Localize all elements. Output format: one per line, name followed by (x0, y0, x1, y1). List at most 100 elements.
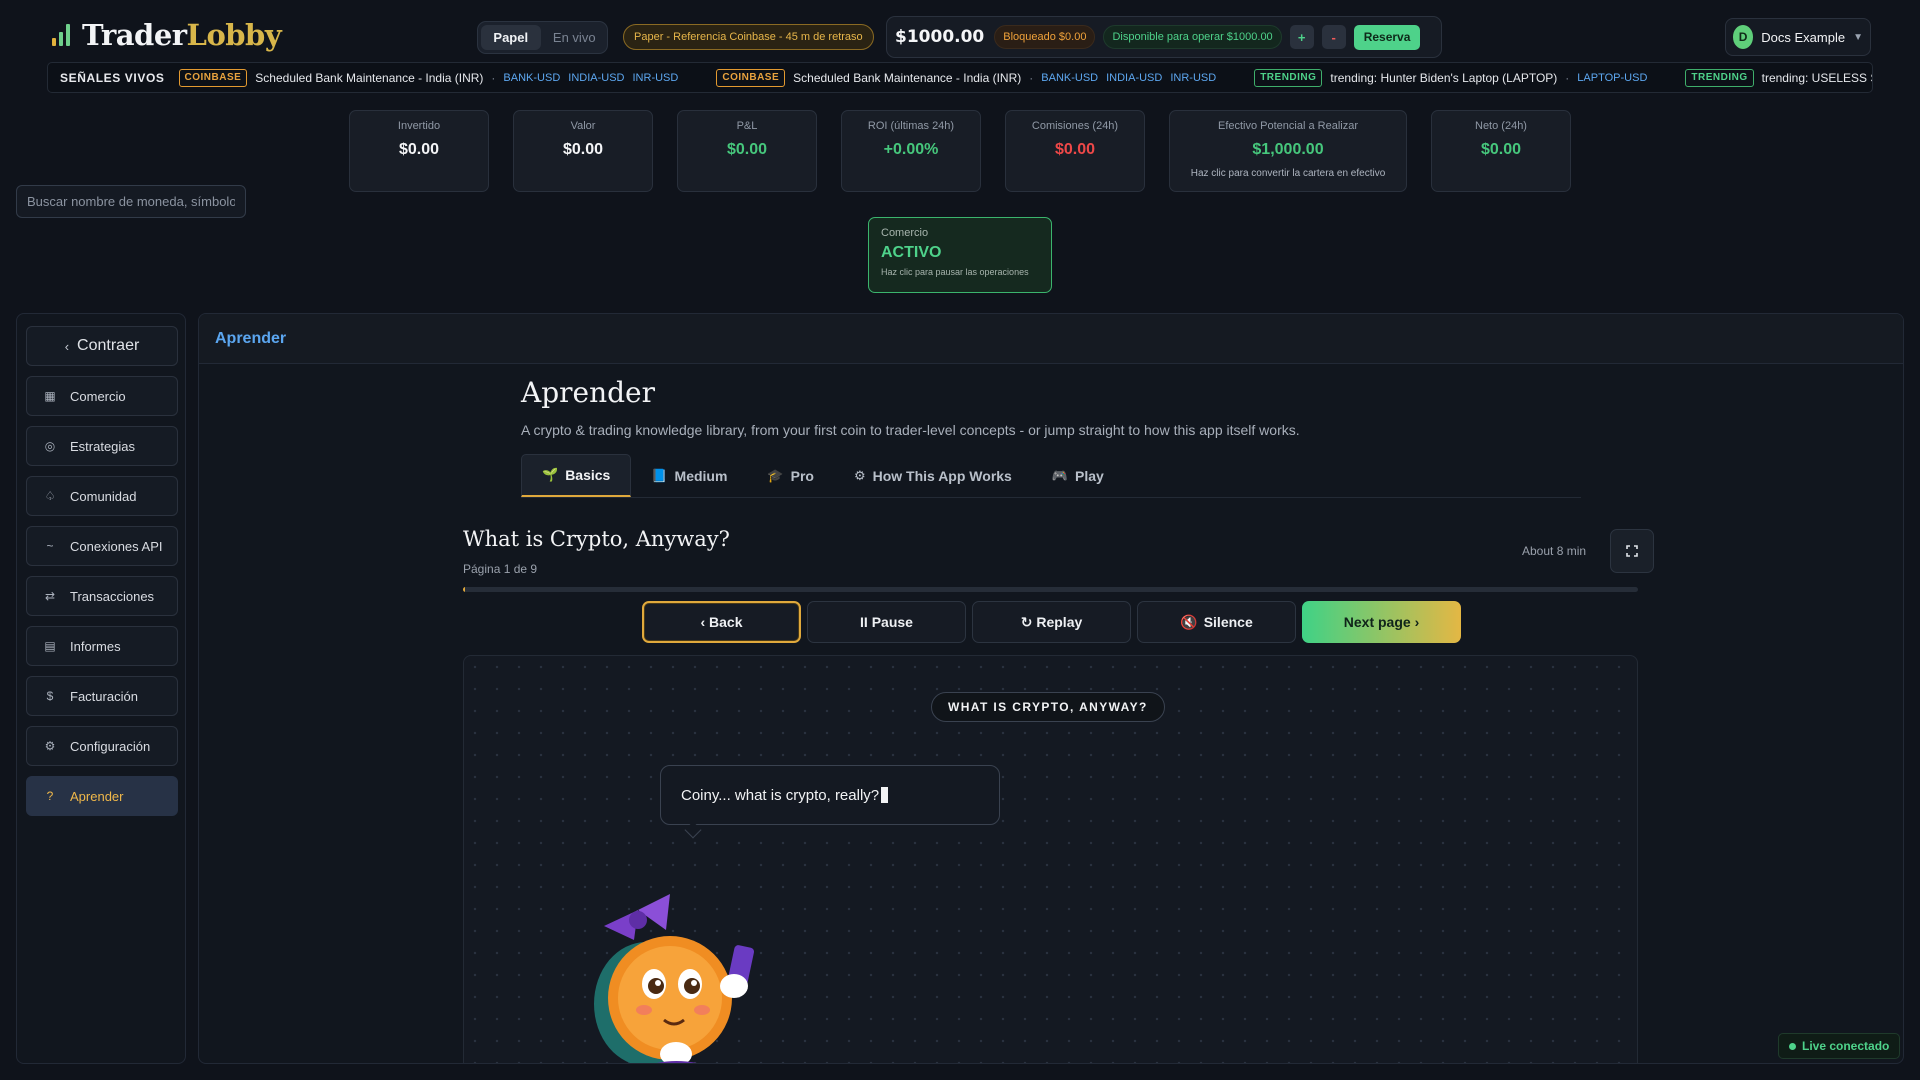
next-page-button[interactable]: Next page › (1302, 601, 1461, 643)
paper-reference-badge: Paper - Referencia Coinbase - 45 m de re… (623, 24, 874, 50)
sidebar-item-label: Conexiones API (70, 538, 163, 554)
sidebar-item-estrategias[interactable]: ◎ Estrategias (26, 426, 178, 466)
chevron-left-icon: ‹ (64, 338, 70, 354)
trading-status-toggle[interactable]: Comercio ACTIVO Haz clic para pausar las… (868, 217, 1052, 293)
stat-value: $0.00 (1480, 141, 1522, 158)
available-balance-badge: Disponible para operar $1000.00 (1103, 25, 1282, 49)
sidebar-item-transacciones[interactable]: ⇄ Transacciones (26, 576, 178, 616)
ticker-symbol[interactable]: BANK-USD (503, 72, 560, 84)
user-name: Docs Example (1761, 29, 1846, 45)
stat-card-potential-cash[interactable]: Efectivo Potencial a Realizar $1,000.00 … (1169, 110, 1407, 192)
separator-dot: · (491, 70, 496, 85)
lesson-progress-fill (463, 587, 466, 592)
report-icon: ▤ (44, 639, 56, 653)
tab-play[interactable]: 🎮 Play (1032, 454, 1124, 497)
app-logo[interactable]: TraderLobby (52, 18, 282, 52)
collapse-sidebar-button[interactable]: ‹ Contraer (26, 326, 178, 366)
sidebar-item-label: Comunidad (70, 488, 137, 504)
mode-paper-option[interactable]: Papel (481, 25, 541, 50)
mode-live-option[interactable]: En vivo (545, 25, 605, 50)
avatar: D (1733, 25, 1754, 49)
stat-label: Valor (570, 120, 596, 132)
stat-value: $0.00 (726, 141, 768, 158)
gamepad-icon: 🎮 (1051, 467, 1069, 483)
fullscreen-button[interactable] (1610, 529, 1654, 573)
user-menu[interactable]: D Docs Example ▼ (1725, 18, 1871, 56)
ticker-item[interactable]: COINBASE Scheduled Bank Maintenance - In… (716, 68, 1216, 87)
lesson-progress-bar (463, 587, 1638, 592)
trading-status-value: ACTIVO (881, 244, 942, 261)
breadcrumb: Aprender (215, 329, 287, 347)
connection-status: Live conectado (1778, 1033, 1901, 1059)
coin-search-input[interactable] (16, 185, 246, 218)
main-panel: Aprender Aprender A crypto & trading kno… (198, 313, 1904, 1064)
speaker-muted-icon: 🔇 (1180, 613, 1198, 630)
api-icon: ~ (46, 539, 54, 553)
ticker-text: Scheduled Bank Maintenance - India (INR) (793, 70, 1022, 85)
ticker-badge: TRENDING (1254, 68, 1323, 87)
ticker-item[interactable]: COINBASE Scheduled Bank Maintenance - In… (178, 68, 679, 87)
ticker-symbol[interactable]: INDIA-USD (1106, 72, 1162, 84)
sidebar-item-comercio[interactable]: ▦ Comercio (26, 376, 178, 416)
ticker-item[interactable]: TRENDING trending: Hunter Biden's Laptop… (1254, 68, 1647, 87)
lesson-title: What is Crypto, Anyway? (463, 527, 730, 551)
silence-button[interactable]: 🔇 Silence (1137, 601, 1296, 643)
ticker-symbol[interactable]: INDIA-USD (568, 72, 624, 84)
ticker-symbol[interactable]: LAPTOP-USD (1577, 72, 1647, 84)
sidebar-item-configuracion[interactable]: ⚙ Configuración (26, 726, 178, 766)
connection-status-text: Live conectado (1802, 1039, 1890, 1053)
sidebar-item-label: Configuración (70, 738, 151, 754)
trading-status-hint: Haz clic para pausar las operaciones (881, 267, 1029, 277)
tab-medium[interactable]: 📘 Medium (631, 454, 747, 497)
pause-button[interactable]: II Pause (807, 601, 966, 643)
stat-card-roi: ROI (últimas 24h) +0.00% (841, 110, 981, 192)
sidebar-item-label: Aprender (70, 788, 124, 804)
stat-label: P&L (736, 120, 758, 132)
separator-dot: · (1565, 70, 1570, 85)
sidebar-item-label: Facturación (70, 688, 138, 704)
sidebar-item-aprender[interactable]: ? Aprender (26, 776, 178, 816)
ticker-symbol[interactable]: BANK-USD (1041, 72, 1098, 84)
stat-label: Efectivo Potencial a Realizar (1217, 120, 1358, 132)
lesson-page-indicator: Página 1 de 9 (463, 562, 538, 576)
locked-balance-badge: Bloqueado $0.00 (994, 25, 1096, 49)
ticker-symbol[interactable]: INR-USD (1170, 72, 1216, 84)
separator-dot: · (1029, 70, 1034, 85)
stat-value: $0.00 (562, 141, 604, 158)
sidebar-item-informes[interactable]: ▤ Informes (26, 626, 178, 666)
gear-icon: ⚙ (853, 467, 866, 483)
stat-value: $0.00 (1054, 141, 1096, 158)
ticker-symbol[interactable]: INR-USD (633, 72, 679, 84)
trading-status-label: Comercio (881, 227, 929, 239)
stat-label: Neto (24h) (1475, 120, 1527, 132)
ticker-text: trending: USELESS STONK (STON (1761, 70, 1872, 85)
tab-how-app-works[interactable]: ⚙ How This App Works (834, 454, 1032, 497)
balance-amount: $1000.00 (895, 27, 985, 47)
sidebar-item-label: Informes (70, 638, 121, 654)
chart-bars-icon (52, 24, 70, 46)
replay-button[interactable]: ↻ Replay (972, 601, 1131, 643)
remove-funds-button[interactable]: - (1321, 25, 1346, 49)
add-funds-button[interactable]: + (1289, 25, 1314, 49)
stat-value: +0.00% (883, 141, 939, 158)
sidebar-item-api[interactable]: ~ Conexiones API (26, 526, 178, 566)
community-icon: ♤ (44, 489, 56, 503)
page-title: Aprender (521, 376, 656, 409)
target-icon: ◎ (44, 439, 56, 453)
speech-text: Coiny... what is crypto, really? (681, 786, 880, 804)
main-header: Aprender (199, 314, 1903, 364)
ticker-badge: TRENDING (1685, 68, 1754, 87)
tab-label: Play (1075, 467, 1104, 484)
fullscreen-icon (1626, 545, 1638, 557)
tab-basics[interactable]: 🌱 Basics (521, 454, 632, 497)
stat-card-invested: Invertido $0.00 (349, 110, 489, 192)
back-button[interactable]: ‹ Back (642, 601, 801, 643)
sidebar-item-facturacion[interactable]: $ Facturación (26, 676, 178, 716)
tab-pro[interactable]: 🎓 Pro (747, 454, 834, 497)
read-time: About 8 min (1522, 544, 1587, 558)
silence-label: Silence (1203, 614, 1253, 630)
reserve-button[interactable]: Reserva (1353, 24, 1421, 50)
sidebar-item-comunidad[interactable]: ♤ Comunidad (26, 476, 178, 516)
speech-bubble: Coiny... what is crypto, really? (660, 765, 1000, 825)
ticker-item[interactable]: TRENDING trending: USELESS STONK (STON (1685, 68, 1872, 87)
